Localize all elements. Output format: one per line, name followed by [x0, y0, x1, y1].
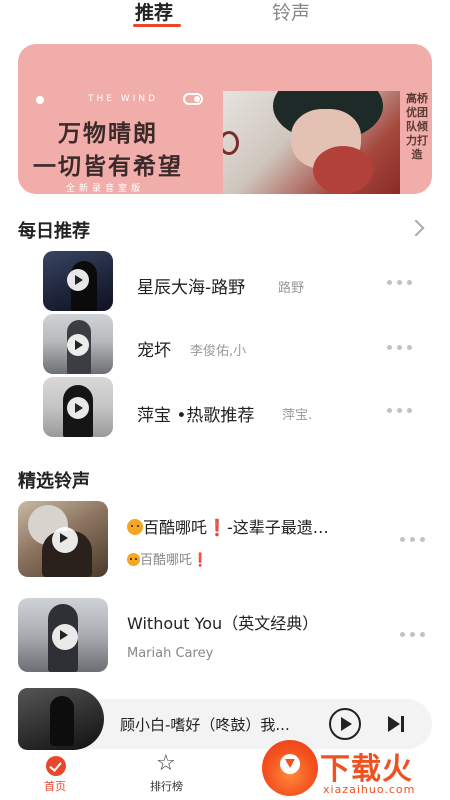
more-icon[interactable] — [398, 537, 428, 543]
banner-tagline: THE WIND — [87, 94, 159, 104]
play-icon[interactable] — [67, 334, 89, 356]
chevron-right-icon[interactable] — [407, 219, 425, 237]
song-artist: 路野 — [278, 281, 305, 296]
player-cover[interactable] — [18, 688, 104, 750]
banner-decoration — [223, 131, 239, 155]
top-tabs: 推荐 铃声 — [0, 0, 450, 40]
play-icon[interactable] — [52, 624, 78, 650]
list-item[interactable]: 宠坏 李俊佑,小 — [0, 314, 450, 374]
play-icon[interactable] — [67, 397, 89, 419]
daily-section-title: 每日推荐 — [18, 221, 90, 242]
ringtone-artist: Mariah Carey — [127, 646, 214, 661]
list-item[interactable]: 星辰大海-路野 路野 — [0, 251, 450, 311]
banner-text-area: THE WIND 万物晴朗 一切皆有希望 全新录音室版 — [18, 44, 223, 194]
banner-vertical-text: 高桥优团队倾力打造 — [406, 92, 428, 161]
home-icon[interactable] — [46, 756, 66, 776]
tiger-icon — [127, 553, 140, 566]
tiger-icon — [127, 519, 143, 535]
nav-rank-label[interactable]: 排行榜 — [150, 778, 183, 794]
song-title: 萍宝 •热歌推荐 — [137, 406, 255, 426]
watermark-logo-icon — [262, 740, 318, 796]
banner-photo-flower — [313, 146, 373, 194]
list-item[interactable]: Without You（英文经典） Mariah Carey — [0, 598, 450, 672]
more-icon[interactable] — [385, 345, 415, 351]
list-item[interactable]: 百酷哪吒❗-这辈子最遗… 百酷哪吒❗ — [0, 501, 450, 577]
song-cover — [43, 251, 113, 311]
tab-ringtone[interactable]: 铃声 — [272, 0, 310, 28]
banner-toggle-icon — [183, 93, 203, 105]
banner-headline-1: 万物晴朗 — [58, 121, 158, 147]
banner-dot — [36, 96, 44, 104]
song-cover — [43, 377, 113, 437]
song-title: 星辰大海-路野 — [137, 278, 246, 298]
song-cover — [43, 314, 113, 374]
song-title: 宠坏 — [137, 341, 171, 361]
featured-section-title: 精选铃声 — [18, 471, 90, 492]
ringtone-cover — [18, 598, 108, 672]
active-tab-indicator — [133, 24, 181, 27]
star-icon[interactable]: ☆ — [156, 752, 176, 776]
banner-subtitle: 全新录音室版 — [66, 184, 145, 194]
banner-headline-2: 一切皆有希望 — [33, 154, 183, 180]
banner-photo — [223, 91, 400, 194]
play-icon[interactable] — [329, 708, 361, 740]
play-icon[interactable] — [67, 269, 89, 291]
watermark-title: 下载火 — [320, 752, 413, 787]
ringtone-title: Without You（英文经典） — [127, 614, 319, 633]
ringtone-title: 百酷哪吒❗-这辈子最遗… — [127, 514, 329, 538]
more-icon[interactable] — [385, 280, 415, 286]
nav-home-label[interactable]: 首页 — [44, 778, 66, 794]
ringtone-artist: 百酷哪吒❗ — [127, 549, 208, 568]
player-song-title[interactable]: 顾小白-嗜好（咚鼓）我... — [120, 714, 312, 735]
more-icon[interactable] — [398, 632, 428, 638]
more-icon[interactable] — [385, 408, 415, 414]
promo-banner[interactable]: THE WIND 万物晴朗 一切皆有希望 全新录音室版 高桥优团队倾力打造 — [18, 44, 432, 194]
list-item[interactable]: 萍宝 •热歌推荐 萍宝. — [0, 377, 450, 437]
song-artist: 萍宝. — [282, 408, 313, 423]
next-track-icon[interactable] — [388, 714, 408, 734]
play-icon[interactable] — [52, 527, 78, 553]
ringtone-cover — [18, 501, 108, 577]
watermark-url: xiazaihuo.com — [323, 783, 416, 796]
song-artist: 李俊佑,小 — [190, 344, 247, 359]
